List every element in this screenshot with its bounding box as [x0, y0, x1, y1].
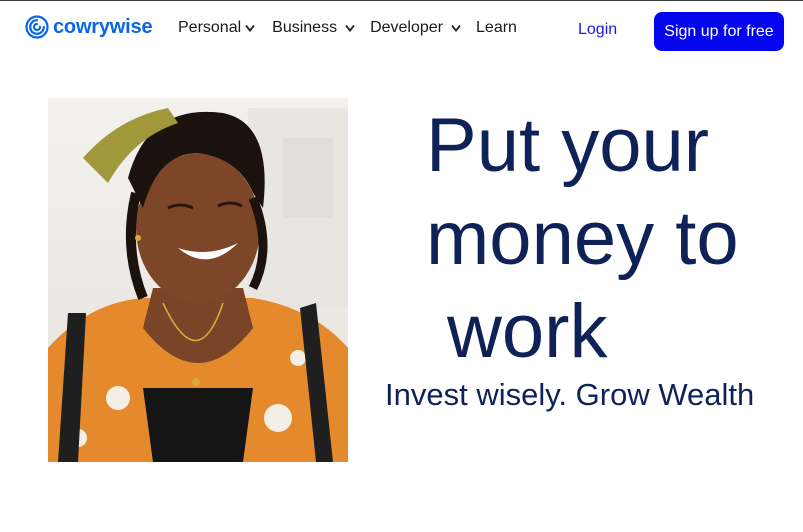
cowrywise-logo-icon	[25, 15, 49, 39]
chevron-down-icon	[245, 24, 255, 32]
nav-item-label: Developer	[370, 19, 444, 36]
cowrywise-logo[interactable]: cowrywise	[25, 14, 153, 40]
woman-smiling-photo-icon	[48, 108, 348, 462]
landing-page: cowrywise Personal Business Developer Le…	[0, 0, 803, 532]
logo-text: cowrywise	[53, 15, 153, 38]
signup-button[interactable]: Sign up for free	[654, 12, 784, 51]
hero-headline-line-3: work	[447, 289, 608, 374]
hero-tagline: Invest wisely. Grow Wealth	[385, 377, 755, 412]
hero-headline-line-1: Put your	[426, 103, 710, 188]
nav-item-label: Personal	[178, 19, 242, 36]
nav-item-personal[interactable]: Personal	[178, 19, 255, 37]
main-nav: Personal Business Developer Learn	[178, 19, 517, 37]
chevron-down-icon	[451, 24, 461, 32]
nav-item-label: Learn	[476, 19, 517, 36]
nav-item-business[interactable]: Business	[272, 19, 355, 37]
nav-item-developer[interactable]: Developer	[370, 19, 461, 37]
nav-item-learn[interactable]: Learn	[476, 19, 517, 37]
chevron-down-icon	[345, 24, 355, 32]
hero-headline-line-2: money to	[426, 196, 739, 281]
nav-item-label: Business	[272, 19, 338, 36]
hero-photo	[48, 98, 348, 462]
login-link[interactable]: Login	[578, 21, 617, 39]
